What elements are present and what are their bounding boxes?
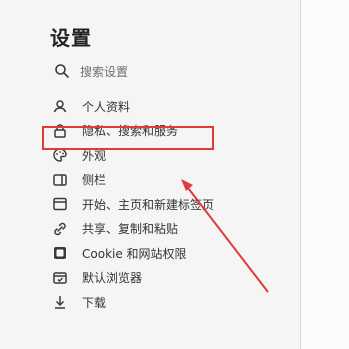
sidebar-icon xyxy=(52,172,68,188)
share-icon xyxy=(52,221,68,237)
nav-item-label: 默认浏览器 xyxy=(82,271,143,286)
nav-item-start-home-newtab[interactable]: 开始、主页和新建标签页 xyxy=(52,192,292,217)
cookie-permissions-icon xyxy=(52,245,68,261)
browser-icon xyxy=(52,270,68,286)
nav-item-profile[interactable]: 个人资料 xyxy=(52,94,292,119)
nav-item-label: 下载 xyxy=(82,295,107,310)
page-title: 设置 xyxy=(50,26,92,50)
download-icon xyxy=(52,294,68,310)
highlight-annotation-box xyxy=(42,126,214,150)
nav-item-label: Cookie 和网站权限 xyxy=(82,246,187,261)
nav-item-downloads[interactable]: 下载 xyxy=(52,290,292,315)
search-box[interactable]: 搜索设置 xyxy=(54,58,234,84)
nav-item-default-browser[interactable]: 默认浏览器 xyxy=(52,266,292,291)
nav-item-cookie-permissions[interactable]: Cookie 和网站权限 xyxy=(52,241,292,266)
home-tab-icon xyxy=(52,196,68,212)
nav-item-label: 个人资料 xyxy=(82,99,131,114)
nav-item-label: 开始、主页和新建标签页 xyxy=(82,197,215,212)
search-icon xyxy=(54,63,70,79)
settings-panel: 设置 搜索设置 个人资料 隐私、搜索和服务 外观 侧栏 开始、主页和新建标签页 … xyxy=(0,0,300,349)
search-input[interactable]: 搜索设置 xyxy=(80,63,128,80)
nav-item-share-copy-paste[interactable]: 共享、复制和粘贴 xyxy=(52,217,292,242)
nav-item-label: 共享、复制和粘贴 xyxy=(82,222,179,237)
profile-icon xyxy=(52,98,68,114)
content-pane xyxy=(301,0,349,349)
nav-item-sidebar[interactable]: 侧栏 xyxy=(52,168,292,193)
nav-item-label: 侧栏 xyxy=(82,173,107,188)
